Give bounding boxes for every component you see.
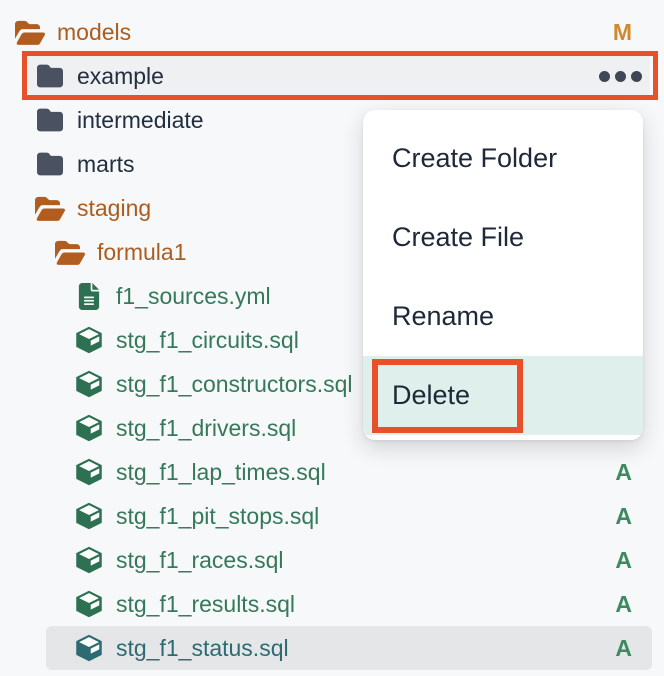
tree-item-stg-f1-status-sql[interactable]: stg_f1_status.sql A	[46, 626, 652, 670]
tree-item-example[interactable]: example	[27, 54, 650, 98]
tree-item-label: intermediate	[77, 109, 204, 132]
menu-item-label: Delete	[392, 380, 470, 411]
tree-item-label: stg_f1_circuits.sql	[116, 329, 299, 352]
menu-item-create-folder[interactable]: Create Folder	[363, 119, 643, 198]
menu-item-label: Create Folder	[392, 143, 557, 174]
folder-open-icon	[33, 191, 67, 225]
model-cube-icon	[72, 455, 106, 489]
git-status-badge: A	[615, 459, 632, 486]
ellipsis-menu-icon[interactable]	[599, 71, 642, 82]
model-cube-icon	[72, 411, 106, 445]
tree-item-label: marts	[77, 153, 135, 176]
folder-closed-icon	[33, 103, 67, 137]
model-cube-icon	[72, 587, 106, 621]
folder-open-icon	[53, 235, 87, 269]
tree-item-label: stg_f1_lap_times.sql	[116, 461, 326, 484]
tree-item-label: stg_f1_drivers.sql	[116, 417, 296, 440]
tree-item-label: stg_f1_pit_stops.sql	[116, 505, 319, 528]
tree-item-label: stg_f1_results.sql	[116, 593, 295, 616]
menu-item-delete[interactable]: Delete	[363, 356, 643, 435]
tree-item-label: stg_f1_races.sql	[116, 549, 283, 572]
context-menu: Create Folder Create File Rename Delete	[363, 110, 643, 440]
menu-item-label: Create File	[392, 222, 524, 253]
model-cube-icon	[72, 543, 106, 577]
tree-item-stg-f1-races-sql[interactable]: stg_f1_races.sql A	[0, 538, 664, 582]
model-cube-icon	[72, 631, 106, 665]
folder-open-icon	[13, 15, 47, 49]
tree-item-label: models	[57, 21, 131, 44]
tree-item-label: stg_f1_status.sql	[116, 637, 289, 660]
git-status-badge: A	[615, 635, 632, 662]
folder-closed-icon	[33, 147, 67, 181]
git-status-badge: A	[615, 591, 632, 618]
git-status-badge: M	[613, 19, 632, 46]
git-status-badge: A	[615, 547, 632, 574]
model-cube-icon	[72, 367, 106, 401]
document-file-icon	[72, 279, 106, 313]
model-cube-icon	[72, 323, 106, 357]
tree-item-stg-f1-results-sql[interactable]: stg_f1_results.sql A	[0, 582, 664, 626]
menu-item-rename[interactable]: Rename	[363, 277, 643, 356]
model-cube-icon	[72, 499, 106, 533]
tree-item-label: formula1	[97, 241, 186, 264]
folder-closed-icon	[33, 59, 67, 93]
tree-item-label: staging	[77, 197, 151, 220]
tree-item-label: f1_sources.yml	[116, 285, 271, 308]
file-explorer-panel: models Mexample intermediate marts staging fo…	[0, 0, 664, 676]
tree-item-label: example	[77, 65, 164, 88]
git-status-badge: A	[615, 503, 632, 530]
menu-item-label: Rename	[392, 301, 494, 332]
tree-item-stg-f1-lap-times-sql[interactable]: stg_f1_lap_times.sql A	[0, 450, 664, 494]
tree-item-label: stg_f1_constructors.sql	[116, 373, 353, 396]
menu-item-create-file[interactable]: Create File	[363, 198, 643, 277]
tree-item-stg-f1-pit-stops-sql[interactable]: stg_f1_pit_stops.sql A	[0, 494, 664, 538]
tree-item-models[interactable]: models M	[0, 10, 664, 54]
